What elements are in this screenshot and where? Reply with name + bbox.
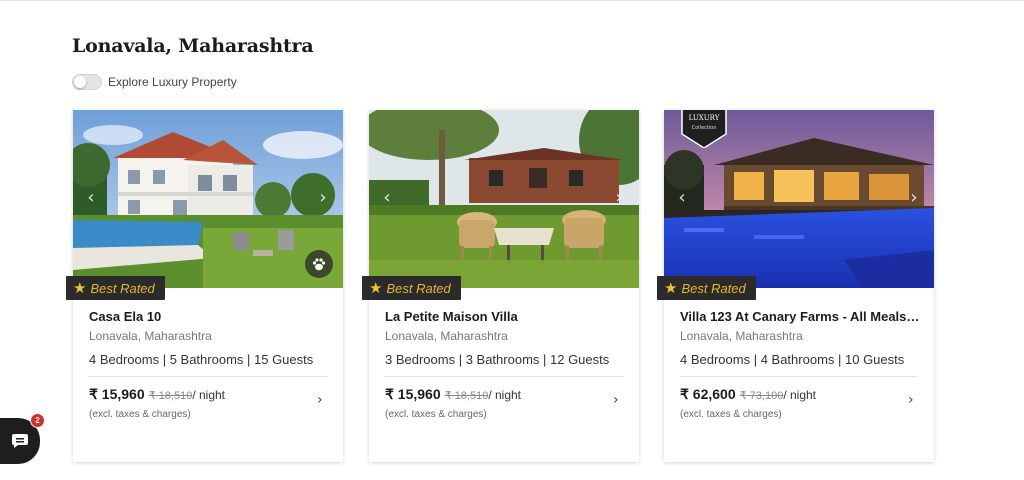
property-title[interactable]: Villa 123 At Canary Farms - All Meals I.… [680, 309, 920, 324]
property-title[interactable]: Casa Ela 10 [89, 309, 329, 324]
next-image-arrow[interactable]: › [906, 189, 922, 207]
price-unit: / night [783, 388, 817, 402]
chevron-right-icon[interactable]: › [317, 393, 329, 407]
next-image-arrow[interactable]: › [315, 189, 331, 207]
chat-icon [12, 434, 28, 448]
star-icon: ★ [664, 279, 678, 297]
original-price: ₹ 18,510 [148, 390, 193, 402]
property-card[interactable]: ‹ › ★ Best Rated Casa Ela 10 Lonavala, M… [66, 110, 343, 462]
best-rated-badge: ★ Best Rated [66, 276, 165, 300]
prev-image-arrow[interactable]: ‹ [674, 189, 690, 207]
luxury-toggle-row[interactable]: Explore Luxury Property [72, 72, 237, 92]
price-unit: / night [488, 388, 522, 402]
next-image-arrow[interactable]: › [611, 189, 627, 207]
star-icon: ★ [73, 279, 87, 297]
tax-note: (excl. taxes & charges) [385, 409, 487, 420]
original-price: ₹ 18,510 [444, 390, 489, 402]
current-price: ₹ 15,960 [89, 386, 145, 402]
current-price: ₹ 62,600 [680, 386, 736, 402]
chevron-right-icon[interactable]: › [613, 393, 625, 407]
luxury-toggle-switch[interactable] [72, 74, 102, 90]
card-divider [385, 376, 623, 377]
best-rated-badge: ★ Best Rated [362, 276, 461, 300]
property-location: Lonavala, Maharashtra [385, 329, 508, 343]
property-location: Lonavala, Maharashtra [680, 329, 803, 343]
luxury-collection-badge: LUXURY Collection [680, 110, 728, 148]
price-row: ₹ 15,960 ₹ 18,510 / night [89, 386, 225, 403]
original-price: ₹ 73,100 [739, 390, 784, 402]
property-image[interactable]: ‹ › [369, 110, 639, 288]
notification-badge: 2 [30, 413, 45, 428]
property-card[interactable]: ‹ › ★ Best Rated La Petite Maison Villa … [362, 110, 639, 462]
toggle-knob [74, 76, 86, 88]
price-row: ₹ 62,600 ₹ 73,100 / night [680, 386, 816, 403]
best-rated-badge: ★ Best Rated [657, 276, 756, 300]
property-location: Lonavala, Maharashtra [89, 329, 212, 343]
price-row: ₹ 15,960 ₹ 18,510 / night [385, 386, 521, 403]
property-specs: 4 Bedrooms | 4 Bathrooms | 10 Guests [680, 352, 905, 367]
tax-note: (excl. taxes & charges) [680, 409, 782, 420]
luxury-line1: LUXURY [689, 114, 720, 122]
property-specs: 3 Bedrooms | 3 Bathrooms | 12 Guests [385, 352, 610, 367]
page-title: Lonavala, Maharashtra [72, 35, 314, 57]
chevron-right-icon[interactable]: › [908, 393, 920, 407]
badge-label: Best Rated [90, 280, 155, 296]
star-icon: ★ [369, 279, 383, 297]
property-image[interactable]: ‹ › [73, 110, 343, 288]
top-divider [0, 0, 1024, 1]
tax-note: (excl. taxes & charges) [89, 409, 191, 420]
property-card[interactable]: ‹ › LUXURY Collection ★ Best Rated Villa… [657, 110, 934, 462]
price-unit: / night [192, 388, 226, 402]
card-divider [89, 376, 327, 377]
property-image[interactable]: ‹ › LUXURY Collection [664, 110, 934, 288]
prev-image-arrow[interactable]: ‹ [379, 189, 395, 207]
paw-icon [305, 250, 333, 278]
current-price: ₹ 15,960 [385, 386, 441, 402]
badge-label: Best Rated [386, 280, 451, 296]
luxury-line2: Collection [692, 125, 717, 131]
badge-label: Best Rated [681, 280, 746, 296]
property-specs: 4 Bedrooms | 5 Bathrooms | 15 Guests [89, 352, 314, 367]
prev-image-arrow[interactable]: ‹ [83, 189, 99, 207]
property-title[interactable]: La Petite Maison Villa [385, 309, 625, 324]
card-divider [680, 376, 918, 377]
luxury-toggle-label: Explore Luxury Property [108, 75, 237, 89]
